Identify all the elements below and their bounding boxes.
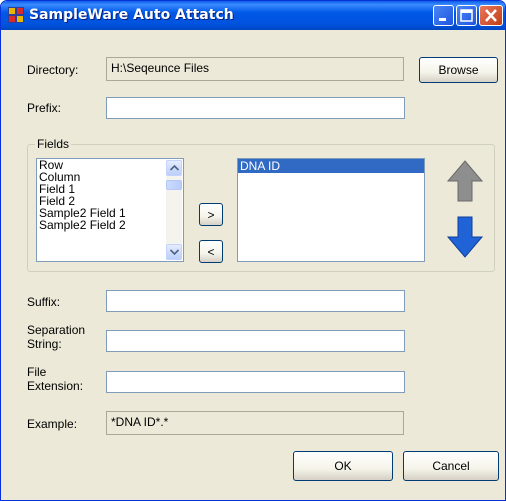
directory-field: H:\Seqeunce Files	[106, 57, 404, 81]
add-field-button[interactable]: >	[199, 203, 223, 226]
separation-label-line1: Separation	[27, 323, 86, 337]
prefix-input[interactable]	[106, 97, 405, 119]
move-up-button[interactable]	[445, 159, 485, 203]
title-bar[interactable]: SampleWare Auto Attatch	[1, 1, 505, 30]
arrow-up-icon	[446, 160, 484, 202]
remove-field-button[interactable]: <	[199, 240, 223, 263]
move-down-button[interactable]	[445, 215, 485, 259]
maximize-button[interactable]	[456, 5, 477, 26]
cancel-button[interactable]: Cancel	[403, 451, 499, 481]
separation-label-line2: String:	[27, 337, 62, 351]
minimize-button[interactable]	[433, 5, 454, 26]
example-field: *DNA ID*.*	[106, 411, 404, 435]
scroll-down-button[interactable]	[166, 244, 182, 260]
extension-label-line1: File	[27, 365, 47, 379]
scroll-up-button[interactable]	[166, 160, 182, 176]
browse-button[interactable]: Browse	[419, 57, 498, 83]
fields-group-label: Fields	[35, 137, 72, 151]
directory-label: Directory:	[27, 63, 79, 77]
selected-fields-list[interactable]: DNA ID	[237, 158, 425, 262]
close-button[interactable]	[479, 5, 503, 26]
extension-label-line2: Extension:	[27, 379, 84, 393]
app-icon	[8, 7, 24, 23]
separation-input[interactable]	[106, 330, 405, 352]
close-icon	[485, 9, 497, 22]
prefix-label: Prefix:	[27, 101, 62, 115]
maximize-icon	[460, 9, 473, 22]
suffix-label: Suffix:	[27, 295, 61, 309]
extension-input[interactable]	[106, 371, 405, 393]
available-fields-list[interactable]: Row Column Field 1 Field 2 Sample2 Field…	[36, 158, 184, 262]
arrow-down-icon	[446, 216, 484, 258]
minimize-icon	[439, 18, 446, 21]
chevron-down-icon	[169, 249, 179, 255]
list-scrollbar[interactable]	[166, 160, 182, 260]
list-item[interactable]: Sample2 Field 2	[37, 219, 183, 231]
dialog-window: SampleWare Auto Attatch Directory: H:\Se…	[0, 0, 506, 501]
window-title: SampleWare Auto Attatch	[29, 7, 234, 23]
scroll-thumb[interactable]	[166, 180, 182, 190]
list-item[interactable]: DNA ID	[238, 159, 424, 173]
chevron-up-icon	[169, 165, 179, 171]
example-label: Example:	[27, 417, 78, 431]
ok-button[interactable]: OK	[293, 451, 393, 481]
suffix-input[interactable]	[106, 290, 405, 312]
